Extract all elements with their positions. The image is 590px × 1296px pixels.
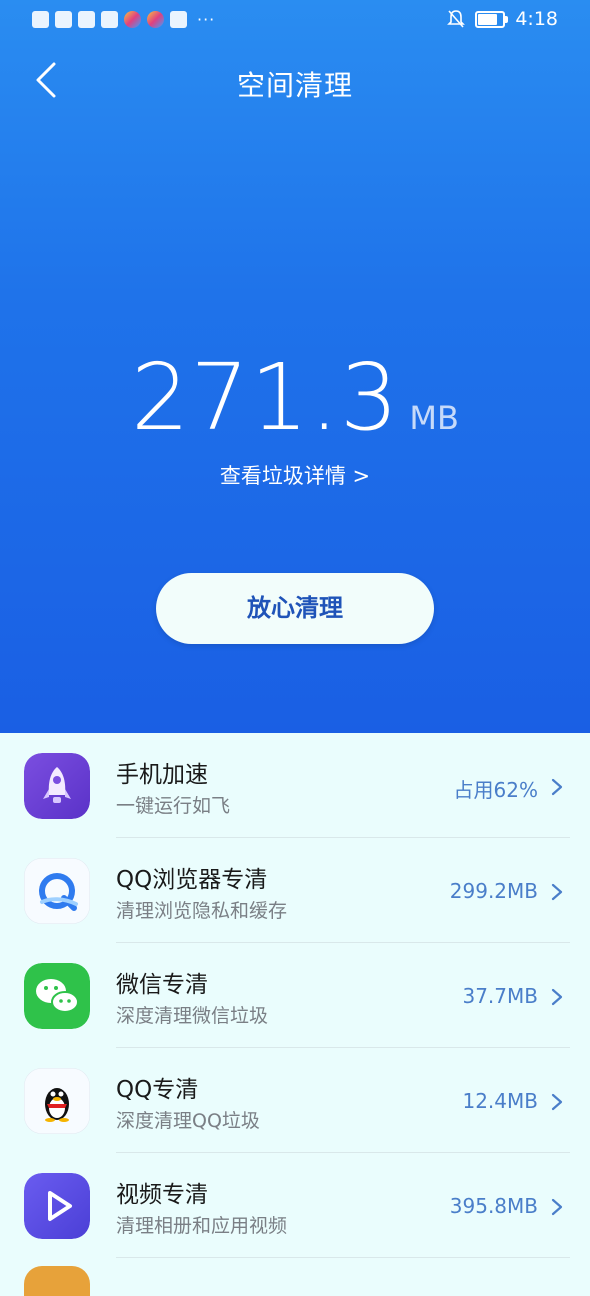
chevron-right-icon	[551, 778, 563, 796]
next-item-icon	[24, 1266, 90, 1296]
bell-muted-icon	[447, 10, 466, 28]
list-item-qq-browser[interactable]: QQ浏览器专清 清理浏览隐私和缓存 299.2MB	[0, 838, 590, 943]
item-value: 占用62%	[453, 778, 538, 802]
app-notification-icon	[147, 11, 164, 28]
app-notification-icon	[101, 11, 118, 28]
status-bar: ··· 4:18	[0, 0, 590, 40]
item-description: 清理相册和应用视频	[116, 1215, 288, 1237]
list-item-qq[interactable]: QQ专清 深度清理QQ垃圾 12.4MB	[0, 1048, 590, 1153]
item-name: QQ浏览器专清	[116, 867, 268, 893]
feature-list: 手机加速 一键运行如飞 占用62% QQ浏览器专清 清理浏览隐私和缓存 299.…	[0, 733, 590, 1258]
item-value: 37.7MB	[462, 984, 538, 1008]
list-item-phone-boost[interactable]: 手机加速 一键运行如飞 占用62%	[0, 733, 590, 838]
junk-size-unit: MB	[409, 399, 459, 437]
item-name: 微信专清	[116, 972, 208, 998]
chevron-right-icon	[551, 1198, 563, 1216]
sim-icon	[32, 11, 49, 28]
video-play-icon	[24, 1173, 90, 1239]
more-notifications-icon: ···	[197, 10, 216, 29]
wechat-icon	[24, 963, 90, 1029]
item-description: 深度清理QQ垃圾	[116, 1110, 260, 1132]
page-title: 空间清理	[236, 69, 353, 102]
junk-detail-link[interactable]: 查看垃圾详情 >	[0, 460, 590, 490]
notification-icons: ···	[32, 10, 215, 29]
battery-icon	[475, 10, 509, 28]
status-time: 4:18	[515, 8, 558, 30]
chevron-right-icon	[551, 988, 563, 1006]
clean-button[interactable]: 放心清理	[156, 573, 434, 644]
wifi-icon	[55, 11, 72, 28]
app-notification-icon	[170, 11, 187, 28]
item-description: 清理浏览隐私和缓存	[116, 900, 288, 922]
item-value: 395.8MB	[449, 1194, 538, 1218]
list-item-wechat[interactable]: 微信专清 深度清理微信垃圾 37.7MB	[0, 943, 590, 1048]
qq-browser-icon	[24, 858, 90, 924]
junk-size: 271.3 MB	[0, 352, 590, 444]
video-icon	[78, 11, 95, 28]
item-name: 手机加速	[116, 762, 208, 788]
divider	[116, 1257, 570, 1258]
item-value: 12.4MB	[462, 1089, 538, 1113]
junk-size-value: 271.3	[131, 344, 400, 451]
item-description: 一键运行如飞	[116, 795, 231, 817]
rocket-icon	[24, 753, 90, 819]
chevron-right-icon	[551, 1093, 563, 1111]
app-notification-icon	[124, 11, 141, 28]
qq-penguin-icon	[24, 1068, 90, 1134]
item-name: QQ专清	[116, 1077, 199, 1103]
item-name: 视频专清	[116, 1182, 208, 1208]
item-description: 深度清理微信垃圾	[116, 1005, 269, 1027]
chevron-right-icon	[551, 883, 563, 901]
list-item-video[interactable]: 视频专清 清理相册和应用视频 395.8MB	[0, 1153, 590, 1258]
item-value: 299.2MB	[449, 879, 538, 903]
